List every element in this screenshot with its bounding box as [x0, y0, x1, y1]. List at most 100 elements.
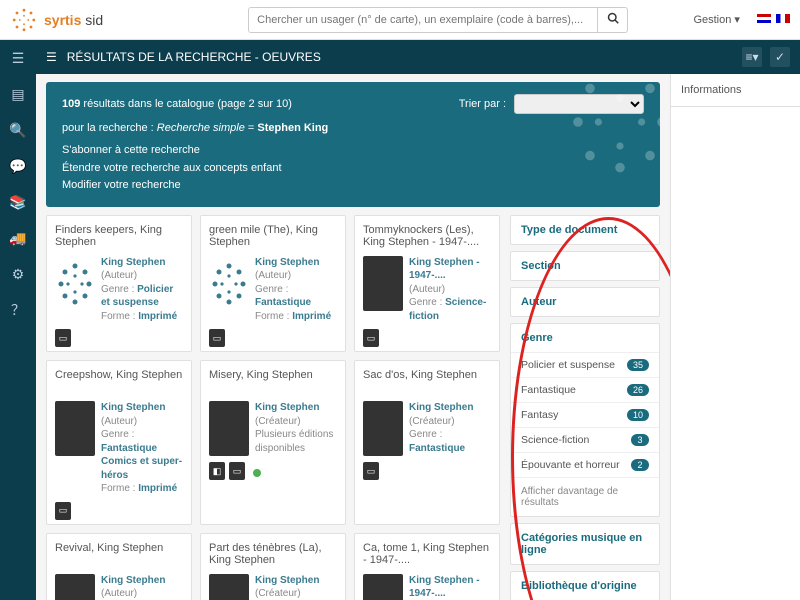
role: (Créateur) [255, 415, 337, 429]
gestion-menu[interactable]: Gestion ▾ [693, 13, 740, 26]
search-nav-icon[interactable]: 🔍 [0, 112, 36, 148]
hamburger-icon[interactable]: ☰ [46, 50, 57, 64]
flag-en-icon[interactable] [757, 14, 771, 23]
role: (Auteur) [101, 587, 165, 600]
facet-genre-item[interactable]: Policier et suspense35 [511, 352, 659, 377]
facet-biblio[interactable]: Bibliothèque d'origine [511, 572, 659, 600]
card-meta: King Stephen(Créateur) [255, 574, 319, 600]
global-search [248, 7, 628, 33]
thumbnail [55, 401, 95, 456]
search-icon [607, 12, 619, 24]
facet-auteur[interactable]: Auteur [511, 288, 659, 316]
modify-link[interactable]: Modifier votre recherche [62, 177, 644, 195]
thumbnail [55, 256, 95, 311]
left-sidebar: ☰ ▤ 🔍 💬 📚 🚚 ⚙ ？ [0, 40, 36, 600]
facet-cat-musique[interactable]: Catégories musique en ligne [511, 524, 659, 564]
thumbnail [209, 401, 249, 456]
role: (Auteur) [409, 283, 491, 297]
result-card[interactable]: Finders keepers, King Stephen King Stephe… [46, 215, 192, 353]
result-card[interactable]: Part des ténèbres (La), King Stephen King… [200, 533, 346, 600]
facet-genre[interactable]: Genre [511, 324, 659, 352]
facet-count: 26 [627, 384, 649, 396]
card-footer: ▭ [363, 329, 491, 347]
flag-fr-icon[interactable] [776, 14, 790, 23]
facet-type-document[interactable]: Type de document [511, 216, 659, 244]
language-flags[interactable] [755, 14, 790, 26]
card-title: Revival, King Stephen [55, 542, 183, 568]
role: (Auteur) [101, 269, 183, 283]
author: King Stephen [101, 401, 183, 415]
document-icon[interactable]: ▤ [0, 76, 36, 112]
facet-count: 2 [631, 459, 649, 471]
logo-text: syrtis sid [44, 12, 103, 28]
facet-genre-item[interactable]: Fantasy 10 [511, 402, 659, 427]
card-meta: King Stephen(Auteur)Genre : Policier et … [101, 256, 183, 324]
page-title: RÉSULTATS DE LA RECHERCHE - OEUVRES [67, 50, 321, 64]
available-dot-icon [253, 469, 261, 477]
logo[interactable]: syrtis sid [10, 6, 103, 34]
thumbnail [363, 256, 403, 311]
result-card[interactable]: Revival, King Stephen King Stephen(Auteur… [46, 533, 192, 600]
gear-icon[interactable]: ⚙ [0, 256, 36, 292]
role: (Créateur) [255, 587, 319, 600]
result-card[interactable]: green mile (The), King StephenKing Steph… [200, 215, 346, 353]
author: King Stephen [101, 574, 165, 588]
facet-genre-item[interactable]: Fantastique26 [511, 377, 659, 402]
result-count: 109 [62, 98, 80, 110]
card-meta: King Stephen(Auteur) [101, 574, 165, 600]
extend-link[interactable]: Étendre votre recherche aux concepts enf… [62, 160, 644, 178]
info-tab[interactable]: Informations [671, 74, 800, 107]
info-panel: Informations [670, 74, 800, 600]
menu-icon[interactable]: ☰ [0, 40, 36, 76]
card-meta: King Stephen - 1947-....(Créateur)Forme … [409, 574, 491, 600]
check-icon[interactable]: ✓ [770, 47, 790, 67]
comment-icon[interactable]: 💬 [0, 148, 36, 184]
card-footer: ▭ [209, 329, 337, 347]
card-meta: King Stephen(Créateur)Genre : Fantastiqu… [409, 401, 491, 456]
help-icon[interactable]: ？ [0, 292, 36, 328]
author: King Stephen [101, 256, 183, 270]
result-card[interactable]: Sac d'os, King Stephen King Stephen(Créat… [354, 360, 500, 525]
card-title: Finders keepers, King Stephen [55, 224, 183, 250]
facet-label: Fantasy [521, 409, 558, 421]
thumbnail [209, 256, 249, 311]
results-grid: Finders keepers, King Stephen King Stephe… [46, 215, 500, 600]
facet-genre-item[interactable]: Science-fiction3 [511, 427, 659, 452]
author: King Stephen [409, 401, 491, 415]
format-icon: ▭ [55, 329, 71, 347]
facet-section[interactable]: Section [511, 252, 659, 280]
author: King Stephen - 1947-.... [409, 574, 491, 600]
format-icon: ▭ [363, 329, 379, 347]
role: (Créateur) [409, 415, 491, 429]
thumbnail [55, 574, 95, 600]
card-meta: King Stephen - 1947-....(Auteur)Genre : … [409, 256, 491, 324]
role: (Auteur) [255, 269, 337, 283]
page-titlebar: ☰ RÉSULTATS DE LA RECHERCHE - OEUVRES ≡▾… [36, 40, 800, 74]
search-button[interactable] [598, 7, 628, 33]
list-view-icon[interactable]: ≡▾ [742, 47, 762, 67]
library-icon[interactable]: 📚 [0, 184, 36, 220]
truck-icon[interactable]: 🚚 [0, 220, 36, 256]
author: King Stephen [255, 574, 319, 588]
result-card[interactable]: Tommyknockers (Les), King Stephen - 1947… [354, 215, 500, 353]
card-meta: King Stephen(Créateur)Plusieurs éditions… [255, 401, 337, 456]
card-meta: King Stephen(Auteur)Genre : FantastiqueF… [255, 256, 337, 324]
card-title: Sac d'os, King Stephen [363, 369, 491, 395]
format-icon: ▭ [363, 462, 379, 480]
subscribe-link[interactable]: S'abonner à cette recherche [62, 142, 644, 160]
card-footer: ▭ [55, 329, 183, 347]
search-input[interactable] [248, 7, 598, 33]
author: King Stephen [255, 256, 337, 270]
facet-count: 10 [627, 409, 649, 421]
result-card[interactable]: Misery, King StephenKing Stephen(Créateu… [200, 360, 346, 525]
logo-icon [10, 6, 38, 34]
facet-genre-more[interactable]: Afficher davantage de résultats [511, 477, 659, 516]
facet-genre-box: Genre Policier et suspense35Fantastique2… [510, 323, 660, 517]
result-card[interactable]: Creepshow, King StephenKing Stephen(Aute… [46, 360, 192, 525]
facet-genre-item[interactable]: Épouvante et horreur2 [511, 452, 659, 477]
topbar: syrtis sid Gestion ▾ [0, 0, 800, 40]
results-summary: 109 résultats dans le catalogue (page 2 … [46, 82, 660, 207]
card-title: Part des ténèbres (La), King Stephen [209, 542, 337, 568]
format-icon: ▭ [55, 502, 71, 520]
result-card[interactable]: Ca, tome 1, King Stephen - 1947-....King… [354, 533, 500, 600]
